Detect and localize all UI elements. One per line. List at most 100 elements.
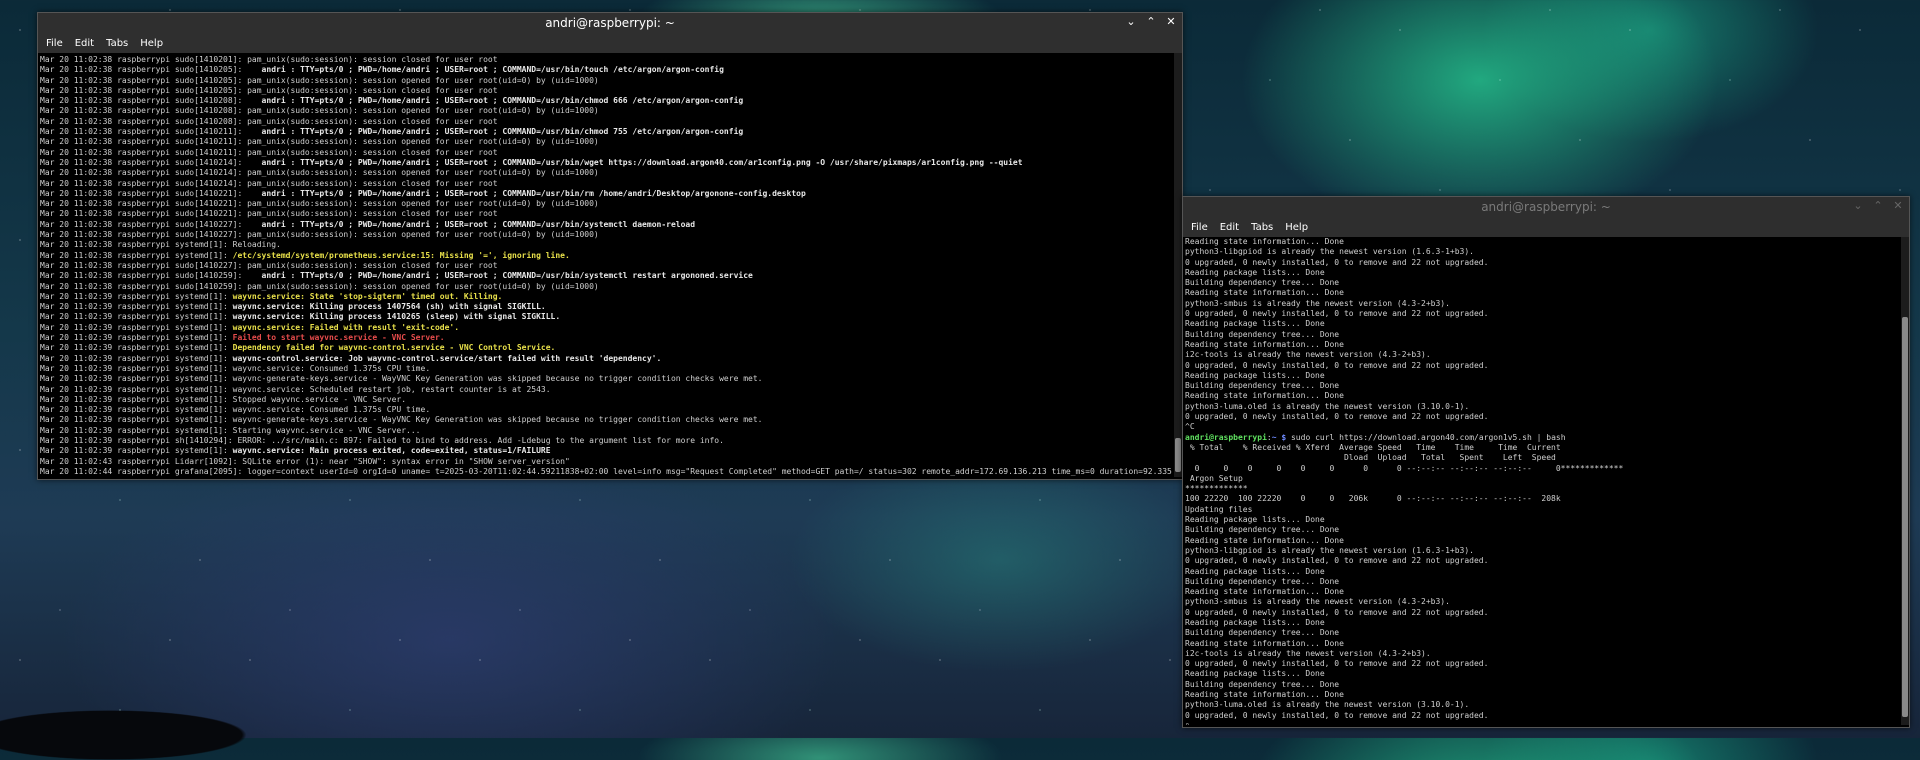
terminal-text: Mar 20 11:02:38 raspberrypi systemd[1]: …: [40, 240, 281, 250]
terminal-line: i2c-tools is already the newest version …: [1185, 649, 1899, 659]
terminal-text: andri@raspberrypi: [1185, 432, 1267, 442]
scrollbar-thumb[interactable]: [1175, 438, 1181, 472]
terminal-line: Mar 20 11:02:39 raspberrypi systemd[1]: …: [40, 374, 1172, 384]
terminal-text: Reading state information... Done: [1185, 391, 1344, 401]
terminal-text: andri : TTY=pts/0 ; PWD=/home/andri ; US…: [247, 188, 806, 198]
terminal-line: Mar 20 11:02:39 raspberrypi systemd[1]: …: [40, 302, 1172, 312]
terminal-line: Building dependency tree... Done: [1185, 381, 1899, 391]
terminal-text: python3-libgpiod is already the newest v…: [1185, 247, 1474, 257]
window-titlebar[interactable]: andri@raspberrypi: ~ ⌄ ⌃ ✕: [38, 13, 1182, 33]
terminal-line: *************: [1185, 484, 1899, 494]
terminal-line: python3-luma.oled is already the newest …: [1185, 700, 1899, 710]
terminal-text: Mar 20 11:02:39 raspberrypi systemd[1]: …: [40, 384, 551, 394]
terminal-text: Mar 20 11:02:39 raspberrypi systemd[1]:: [40, 353, 233, 363]
terminal-text: Reading state information... Done: [1185, 339, 1344, 349]
terminal-text: 0 0 0 0 0 0 0 0 --:--:-- --:--:-- --:--:…: [1185, 463, 1624, 473]
terminal-text: Dload Upload Total Spent Left Speed: [1185, 453, 1556, 463]
close-icon[interactable]: ✕: [1891, 199, 1905, 213]
terminal-output[interactable]: Mar 20 11:02:38 raspberrypi sudo[1410201…: [38, 53, 1182, 477]
terminal-text: Dependency failed for wayvnc-control.ser…: [232, 343, 556, 353]
terminal-line: Reading state information... Done: [1185, 536, 1899, 546]
chevron-up-icon[interactable]: ⌃: [1871, 199, 1885, 213]
menu-bar: File Edit Tabs Help: [1183, 217, 1909, 237]
terminal-line: Mar 20 11:02:39 raspberrypi systemd[1]: …: [40, 385, 1172, 395]
close-icon[interactable]: ✕: [1164, 15, 1178, 29]
terminal-line: Mar 20 11:02:39 raspberrypi sh[1410294]:…: [40, 436, 1172, 446]
terminal-line: Mar 20 11:02:38 raspberrypi sudo[1410211…: [40, 127, 1172, 137]
window-titlebar[interactable]: andri@raspberrypi: ~ ⌄ ⌃ ✕: [1183, 197, 1909, 217]
terminal-text: Mar 20 11:02:38 raspberrypi sudo[1410221…: [40, 199, 599, 209]
terminal-text: Reading package lists... Done: [1185, 370, 1325, 380]
terminal-text: Mar 20 11:02:39 raspberrypi systemd[1]:: [40, 291, 233, 301]
terminal-text: sudo curl https://download.argon40.com/a…: [1286, 432, 1566, 442]
menu-tabs[interactable]: Tabs: [1245, 222, 1279, 233]
terminal-window-journal[interactable]: andri@raspberrypi: ~ ⌄ ⌃ ✕ File Edit Tab…: [37, 12, 1183, 480]
terminal-text: Mar 20 11:02:43 raspberrypi Lidarr[1092]…: [40, 456, 570, 466]
terminal-text: wayvnc-control.service: Job wayvnc-contr…: [232, 353, 662, 363]
terminal-text: Mar 20 11:02:38 raspberrypi sudo[1410208…: [40, 96, 248, 106]
terminal-text: Building dependency tree... Done: [1185, 329, 1340, 339]
menu-edit[interactable]: Edit: [1214, 222, 1245, 233]
terminal-text: 0 upgraded, 0 newly installed, 0 to remo…: [1185, 607, 1489, 617]
terminal-text: Reading state information... Done: [1185, 587, 1344, 597]
terminal-text: Mar 20 11:02:39 raspberrypi systemd[1]:: [40, 343, 233, 353]
terminal-line: 0 0 0 0 0 0 0 0 --:--:-- --:--:-- --:--:…: [1185, 464, 1899, 474]
terminal-text: Reading state information... Done: [1185, 638, 1344, 648]
terminal-text: Mar 20 11:02:39 raspberrypi systemd[1]:: [40, 302, 233, 312]
terminal-line: Building dependency tree... Done: [1185, 525, 1899, 535]
menu-file[interactable]: File: [40, 38, 69, 49]
terminal-line: Mar 20 11:02:38 raspberrypi sudo[1410208…: [40, 106, 1172, 116]
menu-edit[interactable]: Edit: [69, 38, 100, 49]
terminal-text: Building dependency tree... Done: [1185, 278, 1340, 288]
terminal-text: andri : TTY=pts/0 ; PWD=/home/andri ; US…: [247, 271, 753, 281]
terminal-window-setup[interactable]: andri@raspberrypi: ~ ⌄ ⌃ ✕ File Edit Tab…: [1182, 196, 1910, 728]
terminal-line: python3-luma.oled is already the newest …: [1185, 402, 1899, 412]
terminal-line: Reading package lists... Done: [1185, 319, 1899, 329]
terminal-output[interactable]: Reading state information... Done python3…: [1183, 237, 1909, 725]
terminal-line: Building dependency tree... Done: [1185, 330, 1899, 340]
terminal-line: python3-libgpiod is already the newest v…: [1185, 546, 1899, 556]
scrollbar[interactable]: [1174, 53, 1182, 477]
terminal-line: Reading state information... Done: [1185, 391, 1899, 401]
terminal-line: ▯: [1185, 721, 1899, 725]
terminal-text: wayvnc.service: Killing process 1410265 …: [232, 312, 561, 322]
menu-tabs[interactable]: Tabs: [100, 38, 134, 49]
terminal-text: Mar 20 11:02:38 raspberrypi sudo[1410259…: [40, 281, 599, 291]
terminal-line: Mar 20 11:02:39 raspberrypi systemd[1]: …: [40, 395, 1172, 405]
terminal-line: Reading state information... Done: [1185, 639, 1899, 649]
terminal-line: Reading state information... Done: [1185, 587, 1899, 597]
terminal-line: Mar 20 11:02:38 raspberrypi systemd[1]: …: [40, 251, 1172, 261]
menu-help[interactable]: Help: [134, 38, 169, 49]
menu-file[interactable]: File: [1185, 222, 1214, 233]
terminal-line: andri@raspberrypi:~ $ sudo curl https://…: [1185, 433, 1899, 443]
terminal-line: Mar 20 11:02:39 raspberrypi systemd[1]: …: [40, 312, 1172, 322]
terminal-text: wayvnc.service: Main process exited, cod…: [232, 446, 551, 456]
scrollbar-thumb[interactable]: [1902, 317, 1908, 717]
terminal-text: Mar 20 11:02:38 raspberrypi sudo[1410214…: [40, 178, 498, 188]
terminal-line: 0 upgraded, 0 newly installed, 0 to remo…: [1185, 361, 1899, 371]
terminal-line: Reading package lists... Done: [1185, 268, 1899, 278]
terminal-text: Building dependency tree... Done: [1185, 381, 1340, 391]
menu-bar: File Edit Tabs Help: [38, 33, 1182, 53]
terminal-line: python3-libgpiod is already the newest v…: [1185, 247, 1899, 257]
terminal-text: python3-libgpiod is already the newest v…: [1185, 545, 1474, 555]
terminal-line: 0 upgraded, 0 newly installed, 0 to remo…: [1185, 309, 1899, 319]
terminal-line: Mar 20 11:02:38 raspberrypi systemd[1]: …: [40, 240, 1172, 250]
terminal-line: Mar 20 11:02:38 raspberrypi sudo[1410227…: [40, 261, 1172, 271]
terminal-text: python3-luma.oled is already the newest …: [1185, 401, 1470, 411]
chevron-down-icon[interactable]: ⌄: [1851, 199, 1865, 213]
terminal-text: andri : TTY=pts/0 ; PWD=/home/andri ; US…: [247, 96, 744, 106]
chevron-up-icon[interactable]: ⌃: [1144, 15, 1158, 29]
terminal-text: Mar 20 11:02:38 raspberrypi systemd[1]:: [40, 250, 233, 260]
terminal-line: Mar 20 11:02:38 raspberrypi sudo[1410259…: [40, 282, 1172, 292]
terminal-line: Mar 20 11:02:38 raspberrypi sudo[1410221…: [40, 199, 1172, 209]
menu-help[interactable]: Help: [1279, 222, 1314, 233]
terminal-text: Building dependency tree... Done: [1185, 576, 1340, 586]
terminal-text: Mar 20 11:02:38 raspberrypi sudo[1410221…: [40, 188, 248, 198]
terminal-line: 0 upgraded, 0 newly installed, 0 to remo…: [1185, 258, 1899, 268]
terminal-text: Failed to start wayvnc.service - VNC Ser…: [232, 333, 445, 343]
terminal-text: Mar 20 11:02:38 raspberrypi sudo[1410205…: [40, 65, 248, 75]
chevron-down-icon[interactable]: ⌄: [1124, 15, 1138, 29]
scrollbar[interactable]: [1901, 237, 1909, 725]
terminal-line: Mar 20 11:02:39 raspberrypi systemd[1]: …: [40, 405, 1172, 415]
